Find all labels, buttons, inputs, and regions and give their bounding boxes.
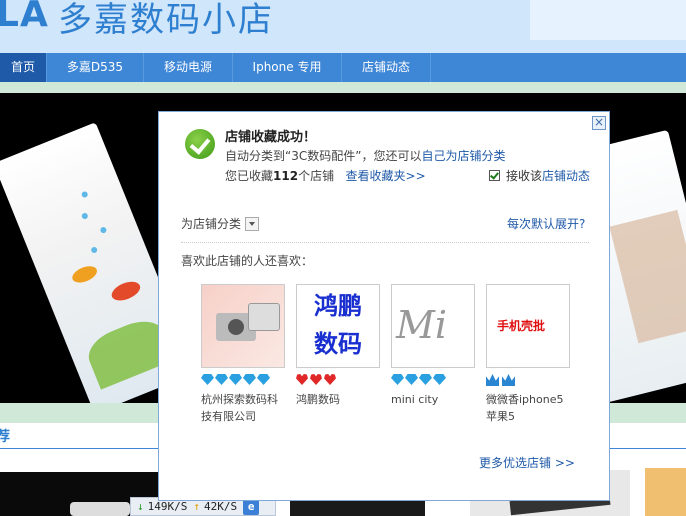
download-speed: 149K/S [147,500,188,513]
diamond-icon [391,374,404,385]
shop-nav: 首页 多嘉D535 移动电源 Iphone 专用 店铺动态 [0,53,686,82]
nav-item-power-bank[interactable]: 移动电源 [144,53,233,82]
divider-stripe [0,82,686,93]
shop-rank [486,374,570,388]
shop-rank [201,374,285,388]
shop-card[interactable]: 鸿鹏 数码 鸿鹏数码 [296,284,380,408]
favorite-shop-dialog: × 店铺收藏成功！ 自动分类到“3C数码配件”，您还可以自己为店铺分类 您已收藏… [158,111,610,501]
shop-card[interactable]: 杭州探索数码科技有限公司 [201,284,285,425]
download-arrow-icon: ↓ [137,500,144,513]
shop-name-link[interactable]: 鸿鹏数码 [296,391,380,408]
receive-updates-checkbox[interactable] [489,170,500,181]
shop-logo: LA [0,0,49,35]
banner-band [530,0,686,40]
heart-icon [324,374,336,385]
shop-image[interactable]: Mi [391,284,475,368]
shop-image[interactable]: 鸿鹏 数码 [296,284,380,368]
shop-name: 多嘉数码小店 [58,0,274,40]
recommend-label: 喜欢此店铺的人还喜欢： [181,254,314,268]
heart-icon [296,374,308,385]
shop-image-text: Mi [396,303,448,347]
shop-card[interactable]: Mi mini city [391,284,475,408]
diamond-icon [405,374,418,385]
chevron-down-icon[interactable] [245,216,260,231]
diamond-icon [433,374,446,385]
diamond-icon [243,374,256,385]
crown-icon [486,374,499,386]
close-icon[interactable]: × [592,116,606,130]
shop-name-link[interactable]: 杭州探索数码科技有限公司 [201,391,285,425]
upload-arrow-icon: ↑ [193,500,200,513]
crown-icon [502,374,515,386]
diamond-icon [229,374,242,385]
diamond-icon [419,374,432,385]
more-shops-link[interactable]: 更多优选店铺 >> [479,454,575,471]
diamond-icon [257,374,270,385]
section-title: 荐 [0,429,10,445]
receive-updates-option[interactable]: 接收该 店铺动态 [489,167,590,184]
nav-item-home[interactable]: 首页 [0,53,47,82]
shop-name-link[interactable]: 微微香iphone5苹果5 [486,391,570,425]
custom-category-link[interactable]: 自己为店铺分类 [421,149,505,163]
shop-card[interactable]: 手机壳批 微微香iphone5苹果5 [486,284,570,425]
favorite-count: 112 [273,169,299,183]
nav-item-shop-news[interactable]: 店铺动态 [342,53,431,82]
dialog-title: 店铺收藏成功！ [225,130,317,145]
shop-image-text: 鸿鹏 数码 [314,292,362,358]
shop-image[interactable] [201,284,285,368]
product-thumb[interactable] [645,468,686,516]
shop-banner: LA 多嘉数码小店 [0,0,686,53]
heart-icon [310,374,322,385]
shop-image[interactable]: 手机壳批 [486,284,570,368]
diamond-icon [201,374,214,385]
shop-news-link[interactable]: 店铺动态 [542,167,590,184]
nav-item-iphone[interactable]: Iphone 专用 [233,53,342,82]
category-info: 自动分类到“3C数码配件”，您还可以自己为店铺分类 [225,149,506,163]
nav-item-d535[interactable]: 多嘉D535 [47,53,144,82]
diamond-icon [215,374,228,385]
shop-rank [296,374,380,388]
category-selector[interactable]: 为店铺分类 [181,215,260,232]
default-expand-link[interactable]: 每次默认展开? [507,215,585,232]
recommended-shops: 杭州探索数码科技有限公司 鸿鹏 数码 鸿鹏数码 Mi mini city 手机壳批 [201,284,581,434]
view-favorites-link[interactable]: 查看收藏夹>> [346,169,426,183]
shop-rank [391,374,475,388]
shop-name-link[interactable]: mini city [391,391,475,408]
favorite-count-info: 您已收藏112个店铺 查看收藏夹>> [225,169,426,183]
shop-image-text: 手机壳批 [497,319,546,333]
success-check-icon [185,129,215,159]
dialog-divider [181,242,589,243]
upload-speed: 42K/S [204,500,238,513]
